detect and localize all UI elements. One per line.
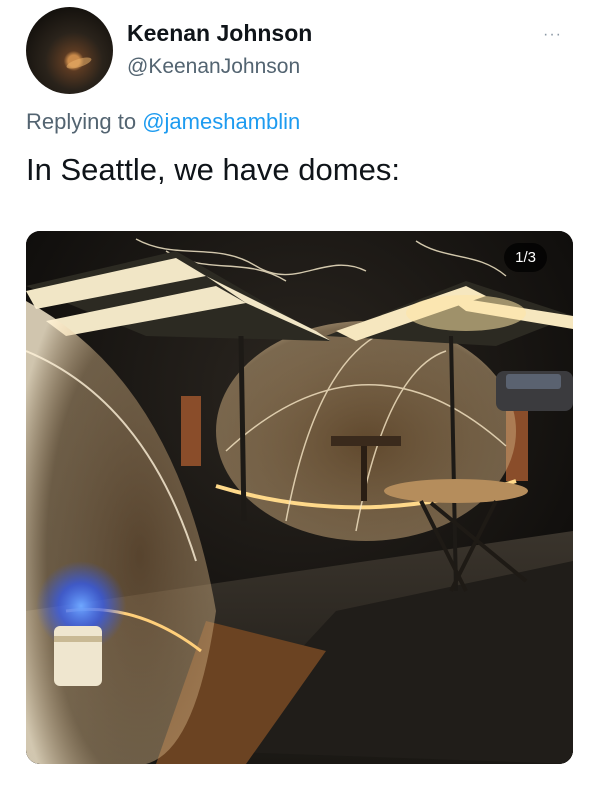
tweet-photo[interactable]: 1/3 <box>26 231 573 764</box>
media-counter-badge: 1/3 <box>504 243 547 272</box>
avatar-photo-detail <box>65 55 93 71</box>
reply-mention-link[interactable]: @jameshamblin <box>142 109 300 134</box>
photo-outdoor-dining-domes <box>26 231 573 764</box>
replying-to-label: Replying to <box>26 109 137 134</box>
more-options-icon[interactable]: ··· <box>543 26 562 44</box>
replying-to-line: Replying to @jameshamblin <box>26 109 300 135</box>
author-name[interactable]: Keenan Johnson <box>127 20 312 47</box>
author-handle[interactable]: @KeenanJohnson <box>127 55 300 79</box>
tweet-text: In Seattle, we have domes: <box>26 152 400 187</box>
avatar[interactable] <box>26 7 113 94</box>
